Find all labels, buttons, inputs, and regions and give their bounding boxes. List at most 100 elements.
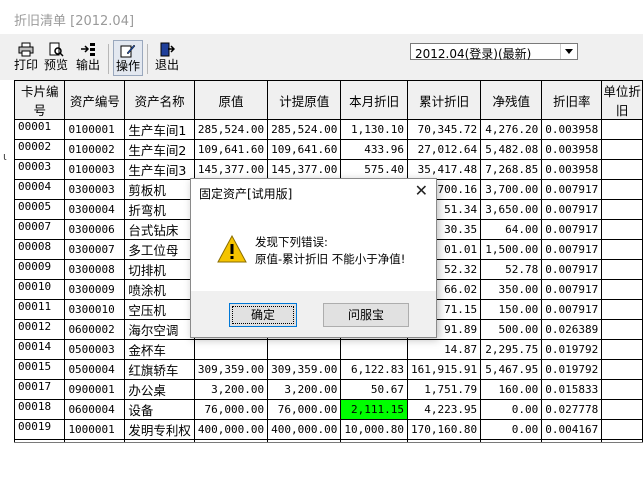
period-select[interactable]: 2012.04(登录)(最新) — [410, 43, 578, 61]
table-cell[interactable]: 3,200.00 — [267, 379, 342, 400]
table-cell[interactable]: 00005 — [13, 199, 66, 220]
table-cell[interactable]: 0.003958 — [541, 139, 603, 160]
table-cell[interactable]: 0.007917 — [541, 299, 603, 320]
table-cell[interactable]: 00017 — [13, 379, 66, 400]
table-row[interactable]: 00014 0500003 金杯车 14.87 2,295.75 0.019792 — [13, 339, 643, 360]
table-cell[interactable]: 空压机 — [124, 299, 195, 320]
close-icon[interactable]: ✕ — [415, 181, 428, 200]
table-cell[interactable]: 发明专利权 — [124, 419, 195, 440]
table-cell[interactable]: 285,524.00 — [193, 119, 269, 140]
table-row[interactable]: 00017 0900001 办公桌 3,200.00 3,200.00 50.67 1,75… — [13, 379, 643, 400]
table-cell[interactable]: 红旗轿车 — [124, 359, 195, 380]
table-cell[interactable]: 50.67 — [340, 379, 408, 400]
table-cell[interactable] — [601, 379, 643, 400]
table-cell[interactable]: 00008 — [13, 239, 66, 260]
ok-button[interactable]: 确定 — [229, 303, 297, 327]
table-cell[interactable]: 3,200.00 — [193, 379, 269, 400]
table-cell[interactable]: 400,000.00 — [267, 419, 342, 440]
column-header[interactable]: 计提原值 — [267, 80, 342, 120]
preview-button[interactable]: 预览 — [42, 40, 70, 76]
table-cell[interactable]: 0.007917 — [541, 279, 603, 300]
column-header[interactable]: 净残值 — [480, 80, 543, 120]
table-cell[interactable]: 0.004167 — [541, 419, 603, 440]
table-cell[interactable]: 0.007917 — [541, 259, 603, 280]
table-cell[interactable]: 3,700.00 — [480, 179, 543, 200]
table-cell[interactable]: 0500003 — [64, 339, 126, 360]
table-cell[interactable]: 0.007917 — [541, 239, 603, 260]
table-cell[interactable]: 剪板机 — [124, 179, 195, 200]
table-row[interactable]: 00001 0100001 生产车间1 285,524.00 285,524.00 1,1… — [13, 119, 643, 140]
table-cell[interactable]: 设备 — [124, 399, 195, 420]
table-cell[interactable]: 309,359.00 — [193, 359, 269, 380]
table-cell[interactable]: 70,345.72 — [406, 119, 482, 140]
table-cell[interactable]: 4,276.20 — [480, 119, 543, 140]
table-cell[interactable]: 27,012.64 — [406, 139, 482, 160]
table-cell[interactable]: 00004 — [13, 179, 66, 200]
table-cell[interactable]: 0.019792 — [541, 359, 603, 380]
table-cell[interactable] — [601, 119, 643, 140]
table-cell[interactable]: 0.00 — [480, 419, 543, 440]
table-cell[interactable] — [340, 339, 408, 360]
table-cell[interactable]: 76,000.00 — [193, 399, 269, 420]
table-cell[interactable] — [601, 399, 643, 420]
table-cell[interactable]: 2,295.75 — [480, 339, 543, 360]
table-cell[interactable]: 办公桌 — [124, 379, 195, 400]
table-cell[interactable]: 35,417.48 — [406, 159, 482, 180]
table-cell[interactable]: 7,268.85 — [480, 159, 543, 180]
table-cell[interactable]: 00011 — [13, 299, 66, 320]
table-cell[interactable]: 0.00 — [480, 399, 543, 420]
table-row[interactable]: 00018 0600004 设备 76,000.00 76,000.00 2,111.15… — [13, 399, 643, 420]
column-header[interactable]: 卡片编号 — [13, 80, 66, 120]
table-row[interactable]: 00019 1000001 发明专利权 400,000.00 400,000.00 10,… — [13, 419, 643, 440]
table-row[interactable]: 00002 0100002 生产车间2 109,641.60 109,641.60 433… — [13, 139, 643, 160]
table-cell[interactable]: 4,223.95 — [406, 399, 482, 420]
table-cell[interactable]: 0300010 — [64, 299, 126, 320]
table-cell[interactable]: 1,500.00 — [480, 239, 543, 260]
table-cell[interactable]: 500.00 — [480, 319, 543, 340]
table-cell[interactable]: 0.019792 — [541, 339, 603, 360]
table-cell[interactable]: 76,000.00 — [267, 399, 342, 420]
table-cell[interactable]: 1,130.10 — [340, 119, 408, 140]
table-cell[interactable] — [601, 159, 643, 180]
table-cell[interactable]: 喷涂机 — [124, 279, 195, 300]
table-cell[interactable]: 切排机 — [124, 259, 195, 280]
table-cell[interactable]: 145,377.00 — [267, 159, 342, 180]
table-cell[interactable]: 0.007917 — [541, 179, 603, 200]
table-cell[interactable]: 生产车间1 — [124, 119, 195, 140]
table-cell[interactable]: 0300007 — [64, 239, 126, 260]
table-cell[interactable]: 生产车间2 — [124, 139, 195, 160]
column-header[interactable]: 单位折旧 — [601, 80, 643, 120]
table-cell[interactable]: 0300004 — [64, 199, 126, 220]
table-cell[interactable]: 生产车间3 — [124, 159, 195, 180]
table-cell[interactable] — [267, 339, 342, 360]
table-cell[interactable]: 折弯机 — [124, 199, 195, 220]
table-cell[interactable] — [601, 279, 643, 300]
table-cell[interactable] — [601, 219, 643, 240]
table-cell[interactable] — [601, 319, 643, 340]
chevron-down-icon[interactable] — [560, 44, 577, 59]
table-cell[interactable]: 0300009 — [64, 279, 126, 300]
table-cell[interactable]: 0.026389 — [541, 319, 603, 340]
table-cell[interactable]: 52.78 — [480, 259, 543, 280]
table-cell[interactable]: 433.96 — [340, 139, 408, 160]
table-cell[interactable]: 00019 — [13, 419, 66, 440]
table-cell[interactable]: 150.00 — [480, 299, 543, 320]
exit-button[interactable]: 退出 — [152, 40, 182, 76]
table-cell[interactable]: 0300003 — [64, 179, 126, 200]
table-cell[interactable]: 109,641.60 — [193, 139, 269, 160]
table-cell[interactable]: 金杯车 — [124, 339, 195, 360]
table-cell[interactable]: 0.003958 — [541, 119, 603, 140]
table-cell[interactable] — [601, 339, 643, 360]
table-cell[interactable]: 10,000.80 — [340, 419, 408, 440]
table-cell[interactable]: 285,524.00 — [267, 119, 342, 140]
help-button[interactable]: 问服宝 — [323, 303, 409, 327]
table-cell[interactable]: 5,482.08 — [480, 139, 543, 160]
table-cell[interactable]: 0.007917 — [541, 219, 603, 240]
table-cell[interactable]: 64.00 — [480, 219, 543, 240]
table-cell[interactable]: 台式钻床 — [124, 219, 195, 240]
column-header[interactable]: 本月折旧 — [340, 80, 408, 120]
table-cell[interactable]: 0100003 — [64, 159, 126, 180]
table-cell[interactable]: 6,122.83 — [340, 359, 408, 380]
column-header[interactable]: 累计折旧 — [406, 80, 482, 120]
table-cell[interactable]: 160.00 — [480, 379, 543, 400]
